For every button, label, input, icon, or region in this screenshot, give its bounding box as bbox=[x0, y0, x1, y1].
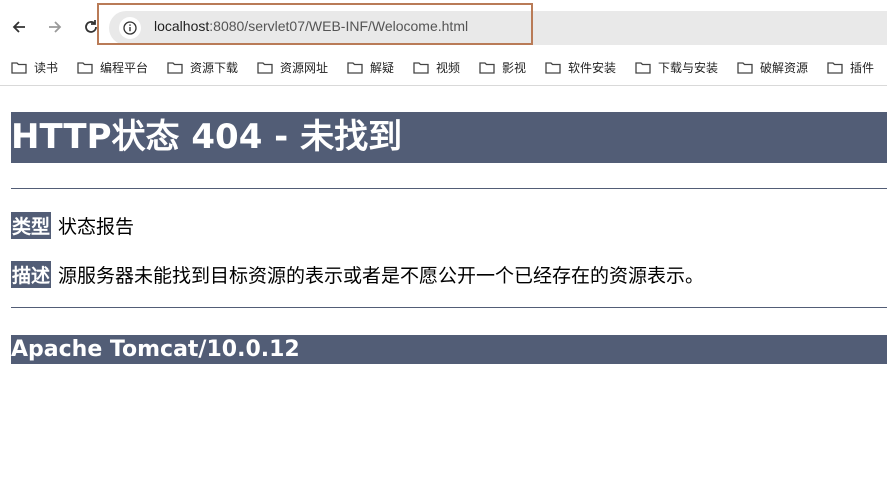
bookmark-label: 编程平台 bbox=[100, 61, 149, 75]
error-title: HTTP状态 404 - 未找到 bbox=[11, 112, 887, 163]
type-value: 状态报告 bbox=[58, 216, 135, 238]
bookmark-label: 软件安装 bbox=[568, 61, 617, 75]
description-label: 描述 bbox=[11, 261, 52, 288]
description-value: 源服务器未能找到目标资源的表示或者是不愿公开一个已经存在的资源表示。 bbox=[58, 265, 705, 287]
bookmark-label: 资源网址 bbox=[280, 61, 329, 75]
server-info: Apache Tomcat/10.0.12 bbox=[11, 335, 887, 364]
folder-icon bbox=[77, 62, 93, 74]
arrow-right-icon bbox=[49, 21, 62, 33]
folder-icon bbox=[635, 62, 651, 74]
bookmark-item[interactable]: 资源网址 bbox=[257, 59, 328, 76]
bookmark-item[interactable]: 编程平台 bbox=[77, 59, 148, 76]
folder-icon bbox=[545, 62, 561, 74]
folder-icon bbox=[257, 62, 273, 74]
folder-icon bbox=[11, 62, 27, 74]
arrow-left-icon bbox=[12, 21, 25, 33]
bookmark-label: 解疑 bbox=[370, 61, 395, 75]
divider bbox=[11, 188, 887, 189]
bookmark-label: 破解资源 bbox=[760, 61, 809, 75]
forward-button[interactable] bbox=[42, 14, 68, 40]
bookmark-item[interactable]: 读书 bbox=[11, 59, 58, 76]
bookmarks-bar: 读书 编程平台 资源下载 资源网址 解疑 视频 影视 软件安装 下载与安装 破解… bbox=[0, 52, 887, 86]
back-button[interactable] bbox=[6, 14, 32, 40]
bookmark-label: 资源下载 bbox=[190, 61, 239, 75]
folder-icon bbox=[479, 62, 495, 74]
bookmark-label: 下载与安装 bbox=[658, 61, 719, 75]
type-row: 类型 状态报告 bbox=[11, 212, 134, 239]
url-highlight-box bbox=[97, 3, 533, 45]
bookmark-item[interactable]: 视频 bbox=[413, 59, 460, 76]
bookmark-label: 插件 bbox=[850, 61, 875, 75]
folder-icon bbox=[737, 62, 753, 74]
bookmark-item[interactable]: 破解资源 bbox=[737, 59, 808, 76]
bookmark-item[interactable]: 软件安装 bbox=[545, 59, 616, 76]
folder-icon bbox=[413, 62, 429, 74]
description-row: 描述 源服务器未能找到目标资源的表示或者是不愿公开一个已经存在的资源表示。 bbox=[11, 261, 704, 288]
bookmark-item[interactable]: 资源下载 bbox=[167, 59, 238, 76]
bookmark-label: 视频 bbox=[436, 61, 461, 75]
type-label: 类型 bbox=[11, 212, 52, 239]
folder-icon bbox=[827, 62, 843, 74]
bookmark-item[interactable]: 解疑 bbox=[347, 59, 394, 76]
bookmark-label: 读书 bbox=[34, 61, 59, 75]
bookmark-item[interactable]: 影视 bbox=[479, 59, 526, 76]
browser-toolbar: localhost:8080/servlet07/WEB-INF/Welocom… bbox=[0, 0, 887, 52]
divider bbox=[11, 307, 887, 308]
bookmark-item[interactable]: 插件 bbox=[827, 59, 874, 76]
bookmark-item[interactable]: 下载与安装 bbox=[635, 59, 718, 76]
folder-icon bbox=[167, 62, 183, 74]
bookmark-label: 影视 bbox=[502, 61, 527, 75]
folder-icon bbox=[347, 62, 363, 74]
